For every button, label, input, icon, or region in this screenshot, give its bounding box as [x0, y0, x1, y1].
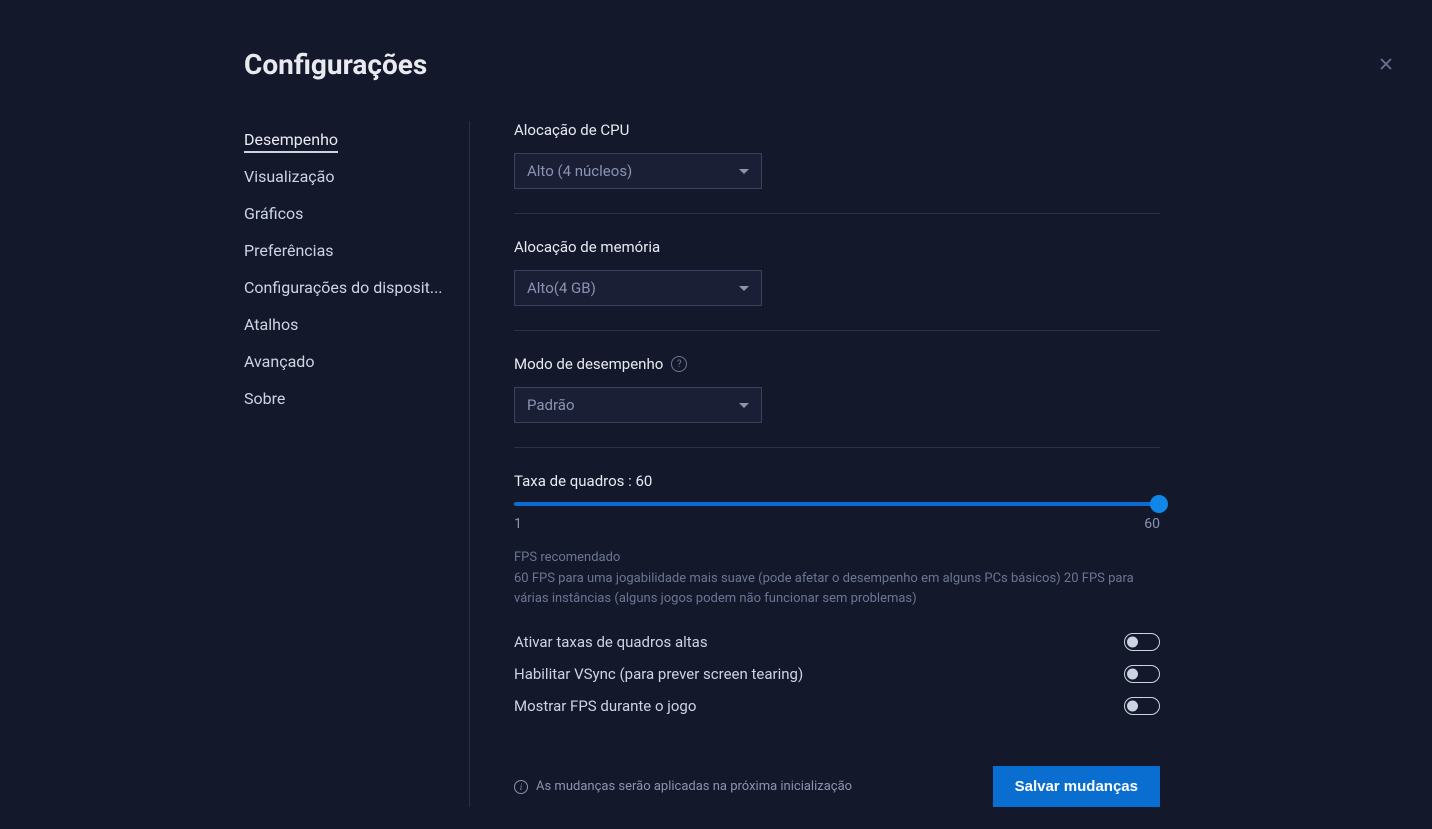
- high-fps-label: Ativar taxas de quadros altas: [514, 633, 708, 651]
- cpu-allocation-select[interactable]: Alto (4 núcleos): [514, 153, 762, 189]
- main-panel: Alocação de CPU Alto (4 núcleos) Alocaçã…: [470, 121, 1160, 807]
- performance-mode-label: Modo de desempenho: [514, 355, 663, 373]
- frame-rate-slider[interactable]: [514, 502, 1160, 506]
- toggle-knob: [1127, 669, 1138, 680]
- vsync-label: Habilitar VSync (para prever screen tear…: [514, 665, 803, 683]
- sidebar: Desempenho Visualização Gráficos Preferê…: [244, 121, 470, 807]
- performance-mode-value: Padrão: [527, 396, 575, 414]
- memory-allocation-label: Alocação de memória: [514, 238, 1160, 256]
- close-button[interactable]: [1374, 52, 1398, 76]
- page-title: Configurações: [244, 48, 1432, 81]
- slider-thumb[interactable]: [1150, 495, 1168, 513]
- memory-allocation-select[interactable]: Alto(4 GB): [514, 270, 762, 306]
- chevron-down-icon: [739, 403, 749, 408]
- frame-rate-label: Taxa de quadros : 60: [514, 472, 1160, 490]
- toggle-knob: [1127, 637, 1138, 648]
- fps-hint-body: 60 FPS para uma jogabilidade mais suave …: [514, 569, 1160, 608]
- sidebar-item-dispositivo[interactable]: Configurações do disposit...: [244, 269, 464, 306]
- sidebar-item-label: Configurações do disposit...: [244, 278, 443, 297]
- sidebar-item-label: Sobre: [244, 389, 285, 408]
- info-icon: i: [514, 780, 528, 794]
- sidebar-item-desempenho[interactable]: Desempenho: [244, 121, 464, 158]
- cpu-allocation-label: Alocação de CPU: [514, 121, 1160, 139]
- vsync-toggle[interactable]: [1124, 665, 1160, 683]
- toggle-knob: [1127, 701, 1138, 712]
- slider-max: 60: [1144, 516, 1160, 532]
- sidebar-item-avancado[interactable]: Avançado: [244, 343, 464, 380]
- chevron-down-icon: [739, 169, 749, 174]
- high-fps-toggle[interactable]: [1124, 633, 1160, 651]
- sidebar-item-label: Avançado: [244, 352, 314, 371]
- sidebar-item-atalhos[interactable]: Atalhos: [244, 306, 464, 343]
- cpu-allocation-value: Alto (4 núcleos): [527, 162, 632, 180]
- close-icon: [1376, 54, 1396, 74]
- sidebar-item-sobre[interactable]: Sobre: [244, 380, 464, 417]
- save-button[interactable]: Salvar mudanças: [993, 766, 1160, 807]
- sidebar-item-label: Visualização: [244, 167, 334, 186]
- sidebar-item-label: Preferências: [244, 241, 334, 260]
- sidebar-item-preferencias[interactable]: Preferências: [244, 232, 464, 269]
- sidebar-item-label: Atalhos: [244, 315, 298, 334]
- restart-notice: As mudanças serão aplicadas na próxima i…: [536, 779, 852, 794]
- help-icon[interactable]: ?: [671, 356, 687, 372]
- sidebar-item-graficos[interactable]: Gráficos: [244, 195, 464, 232]
- sidebar-item-visualizacao[interactable]: Visualização: [244, 158, 464, 195]
- chevron-down-icon: [739, 286, 749, 291]
- performance-mode-select[interactable]: Padrão: [514, 387, 762, 423]
- fps-hint-title: FPS recomendado: [514, 550, 1160, 565]
- memory-allocation-value: Alto(4 GB): [527, 279, 596, 297]
- sidebar-item-label: Desempenho: [244, 130, 338, 153]
- show-fps-toggle[interactable]: [1124, 697, 1160, 715]
- slider-min: 1: [514, 516, 522, 532]
- show-fps-label: Mostrar FPS durante o jogo: [514, 697, 696, 715]
- sidebar-item-label: Gráficos: [244, 204, 303, 223]
